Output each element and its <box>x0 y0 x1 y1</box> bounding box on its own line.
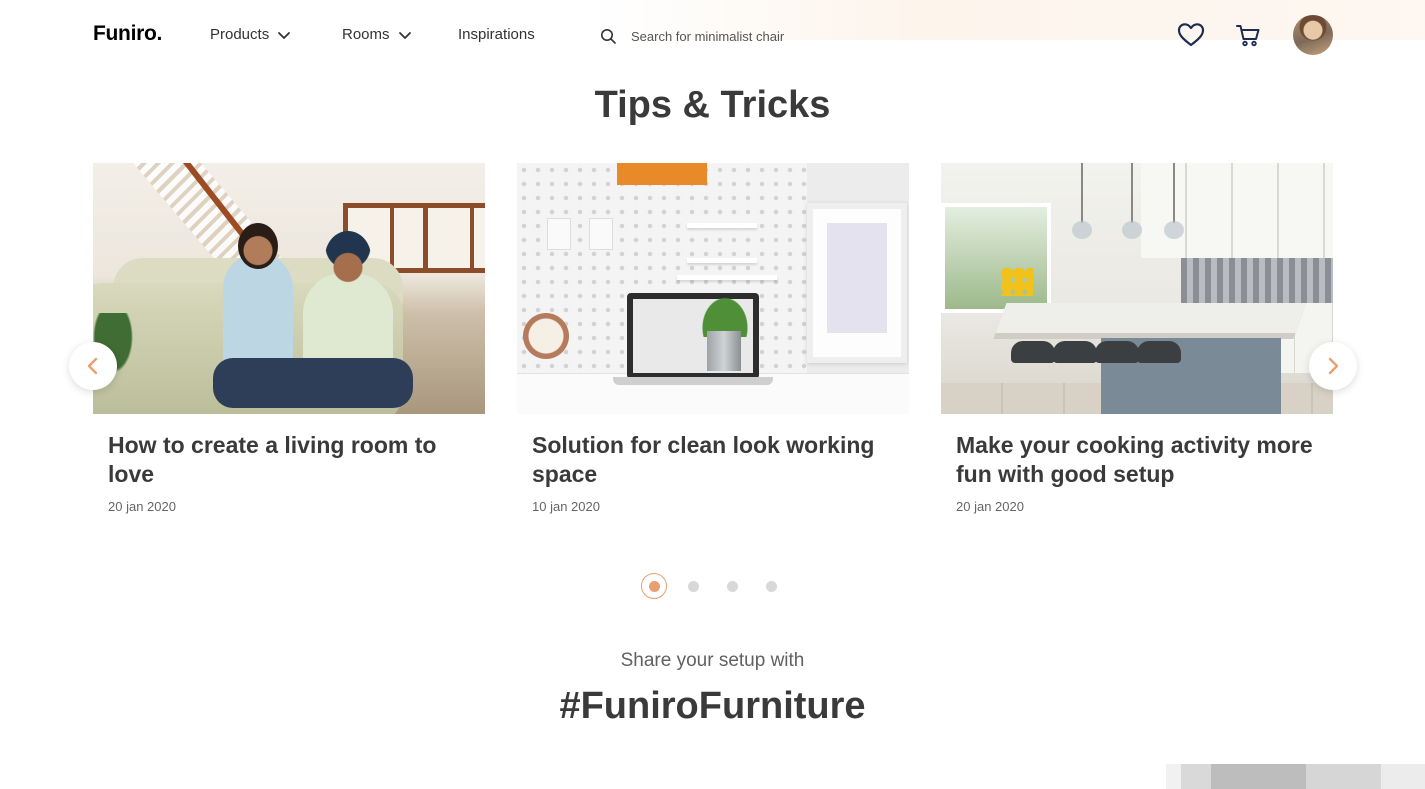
wishlist-button[interactable] <box>1176 20 1206 50</box>
cart-icon <box>1236 25 1260 47</box>
search-input[interactable] <box>631 28 931 44</box>
nav-products-label: Products <box>210 26 270 43</box>
article-card[interactable]: Make your cooking activity more fun with… <box>941 163 1333 514</box>
chevron-down-icon <box>278 31 291 39</box>
kitchen-image <box>941 163 1333 414</box>
cart-button[interactable] <box>1233 20 1263 50</box>
chevron-down-icon <box>398 31 411 39</box>
heart-icon <box>1177 23 1205 47</box>
carousel-pagination <box>0 573 1425 599</box>
article-card[interactable]: How to create a living room to love 20 j… <box>93 163 485 514</box>
carousel-dot-active[interactable] <box>641 573 667 599</box>
nav-inspirations[interactable]: Inspirations <box>458 26 535 43</box>
workspace-image <box>517 163 909 414</box>
carousel-next-button[interactable] <box>1309 342 1357 390</box>
carousel-dot[interactable] <box>758 573 784 599</box>
carousel-dot[interactable] <box>680 573 706 599</box>
article-title[interactable]: Solution for clean look working space <box>532 431 894 489</box>
search-icon[interactable] <box>600 28 617 45</box>
nav-inspirations-label: Inspirations <box>458 26 535 43</box>
article-title[interactable]: Make your cooking activity more fun with… <box>956 431 1318 489</box>
nav-rooms-label: Rooms <box>342 26 390 43</box>
carousel-prev-button[interactable] <box>69 342 117 390</box>
article-card[interactable]: Solution for clean look working space 10… <box>517 163 909 514</box>
share-subtitle: Share your setup with <box>620 650 805 671</box>
top-navigation-bar: Funiro. Products Rooms Inspirations <box>0 0 1425 70</box>
user-avatar[interactable] <box>1293 15 1333 55</box>
funiro-logo[interactable]: Funiro. <box>93 22 162 46</box>
chevron-right-icon <box>1328 357 1339 375</box>
nav-products[interactable]: Products <box>210 26 291 43</box>
carousel-dot[interactable] <box>719 573 745 599</box>
gallery-image-preview <box>1166 764 1425 789</box>
article-date: 10 jan 2020 <box>532 499 600 514</box>
search-bar <box>600 22 1060 50</box>
nav-rooms[interactable]: Rooms <box>342 26 412 43</box>
article-title[interactable]: How to create a living room to love <box>108 431 470 489</box>
living-room-image <box>93 163 485 414</box>
article-date: 20 jan 2020 <box>956 499 1024 514</box>
article-date: 20 jan 2020 <box>108 499 176 514</box>
share-hashtag: #FuniroFurniture <box>559 685 866 727</box>
section-title: Tips & Tricks <box>594 84 831 126</box>
chevron-left-icon <box>87 357 98 375</box>
